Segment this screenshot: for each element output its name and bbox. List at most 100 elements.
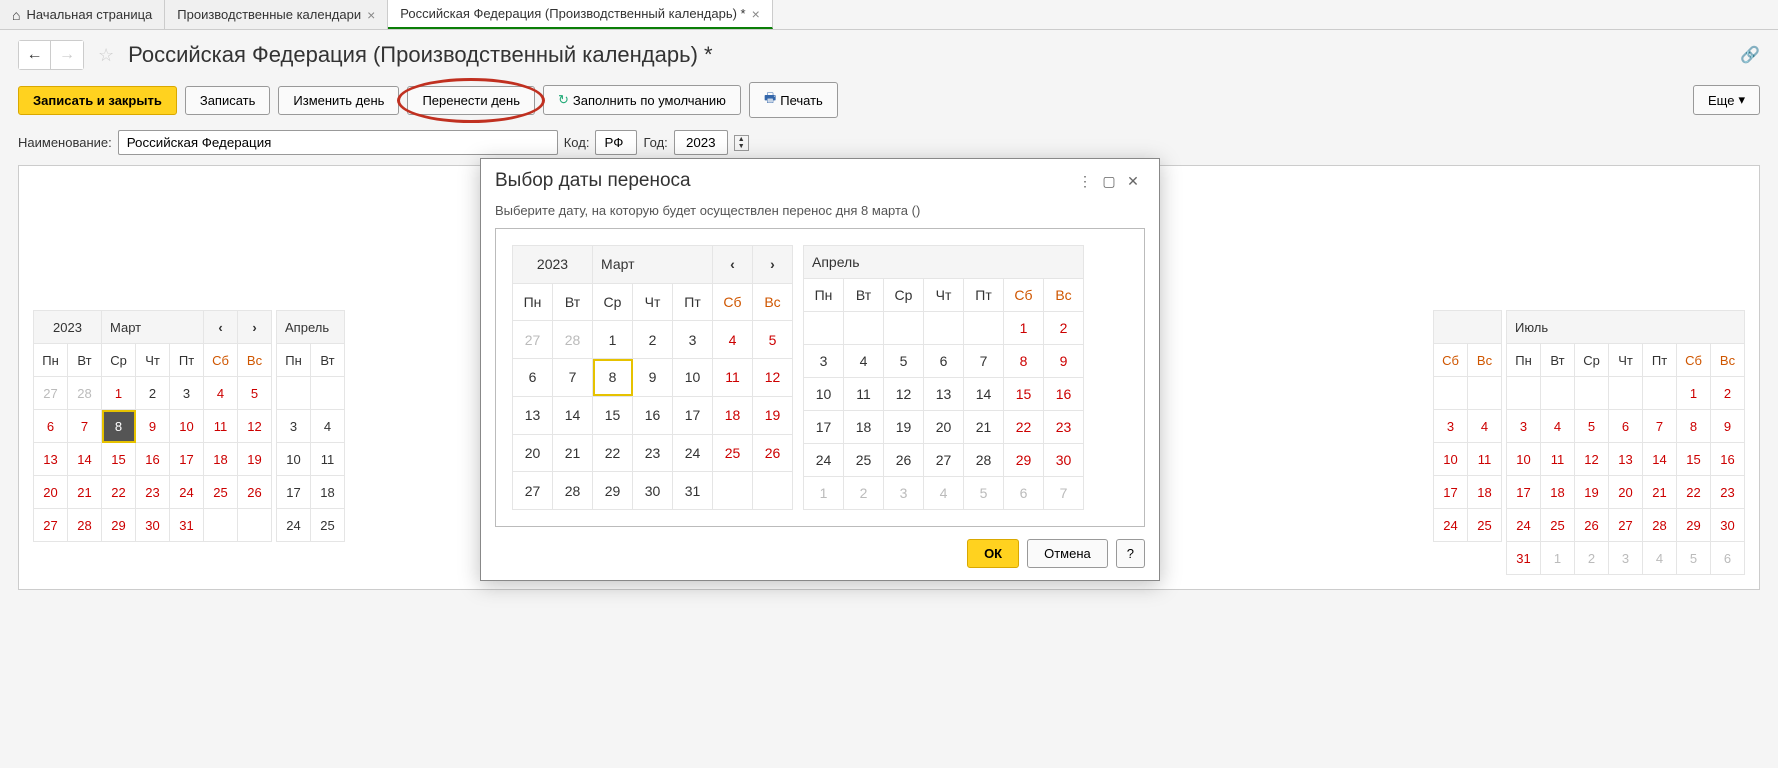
day-cell[interactable]: 22	[1677, 476, 1711, 509]
day-cell[interactable]: 12	[884, 378, 924, 411]
day-cell[interactable]: 14	[1643, 443, 1677, 476]
day-cell[interactable]: 4	[1541, 410, 1575, 443]
day-cell[interactable]: 25	[1468, 509, 1502, 542]
day-cell[interactable]: 28	[553, 321, 593, 359]
day-cell[interactable]: 17	[1434, 476, 1468, 509]
day-cell[interactable]: 5	[238, 377, 272, 410]
day-cell[interactable]: 13	[34, 443, 68, 476]
day-cell[interactable]: 13	[1609, 443, 1643, 476]
close-icon[interactable]: ×	[752, 6, 760, 22]
day-cell[interactable]: 19	[753, 396, 793, 434]
day-cell[interactable]: 1	[1541, 542, 1575, 575]
day-cell[interactable]: 25	[311, 509, 345, 542]
day-cell[interactable]: 15	[1677, 443, 1711, 476]
day-cell[interactable]: 12	[753, 359, 793, 397]
prev-month-button[interactable]: ‹	[713, 246, 753, 284]
tab-current[interactable]: Российская Федерация (Производственный к…	[388, 0, 773, 29]
day-cell[interactable]: 18	[204, 443, 238, 476]
day-cell[interactable]: 20	[1609, 476, 1643, 509]
day-cell[interactable]: 5	[753, 321, 793, 359]
save-button[interactable]: Записать	[185, 86, 271, 115]
day-cell[interactable]: 10	[673, 359, 713, 397]
day-cell[interactable]: 17	[277, 476, 311, 509]
save-close-button[interactable]: Записать и закрыть	[18, 86, 177, 115]
day-cell[interactable]: 17	[170, 443, 204, 476]
day-cell[interactable]: 14	[553, 396, 593, 434]
day-cell[interactable]: 27	[924, 444, 964, 477]
day-cell[interactable]: 15	[593, 396, 633, 434]
year-input[interactable]	[674, 130, 728, 155]
day-cell[interactable]: 9	[1711, 410, 1745, 443]
day-cell[interactable]: 3	[170, 377, 204, 410]
day-cell[interactable]: 11	[1541, 443, 1575, 476]
day-cell[interactable]: 5	[1575, 410, 1609, 443]
day-cell[interactable]: 14	[68, 443, 102, 476]
day-cell[interactable]: 18	[844, 411, 884, 444]
day-cell[interactable]: 12	[238, 410, 272, 443]
day-cell[interactable]: 20	[34, 476, 68, 509]
day-cell[interactable]: 8	[1677, 410, 1711, 443]
day-cell[interactable]: 11	[844, 378, 884, 411]
day-cell[interactable]: 28	[964, 444, 1004, 477]
day-cell[interactable]: 10	[170, 410, 204, 443]
day-cell[interactable]: 18	[713, 396, 753, 434]
day-cell[interactable]: 10	[277, 443, 311, 476]
day-cell[interactable]: 24	[673, 434, 713, 472]
day-cell[interactable]: 28	[68, 377, 102, 410]
day-cell[interactable]: 9	[136, 410, 170, 443]
day-cell[interactable]: 7	[1044, 477, 1084, 510]
day-cell[interactable]: 17	[1507, 476, 1541, 509]
day-cell[interactable]: 6	[513, 359, 553, 397]
day-cell[interactable]: 27	[34, 377, 68, 410]
move-day-button[interactable]: Перенести день	[407, 86, 535, 115]
day-cell[interactable]: 15	[102, 443, 136, 476]
day-cell[interactable]: 7	[1643, 410, 1677, 443]
day-cell[interactable]: 27	[1609, 509, 1643, 542]
day-cell[interactable]: 12	[1575, 443, 1609, 476]
day-cell[interactable]: 28	[553, 472, 593, 510]
day-cell[interactable]: 10	[1434, 443, 1468, 476]
day-cell[interactable]: 23	[136, 476, 170, 509]
day-cell[interactable]: 21	[553, 434, 593, 472]
day-cell[interactable]: 25	[1541, 509, 1575, 542]
day-cell[interactable]: 4	[844, 345, 884, 378]
more-button[interactable]: Еще ▾	[1693, 85, 1760, 115]
day-cell[interactable]: 21	[1643, 476, 1677, 509]
day-cell[interactable]: 28	[1643, 509, 1677, 542]
day-cell[interactable]: 18	[1468, 476, 1502, 509]
day-cell[interactable]: 6	[1711, 542, 1745, 575]
day-cell[interactable]: 17	[804, 411, 844, 444]
day-cell[interactable]: 16	[1044, 378, 1084, 411]
help-button[interactable]: ?	[1116, 539, 1145, 568]
day-cell[interactable]: 11	[1468, 443, 1502, 476]
day-cell[interactable]: 14	[964, 378, 1004, 411]
day-cell[interactable]: 24	[277, 509, 311, 542]
day-cell[interactable]: 30	[633, 472, 673, 510]
day-cell[interactable]: 29	[1677, 509, 1711, 542]
tab-home[interactable]: ⌂ Начальная страница	[0, 0, 165, 29]
day-cell[interactable]: 27	[513, 472, 553, 510]
day-cell[interactable]: 22	[593, 434, 633, 472]
day-cell[interactable]: 5	[1677, 542, 1711, 575]
close-icon[interactable]: ✕	[1121, 169, 1145, 193]
day-cell[interactable]: 16	[633, 396, 673, 434]
day-cell[interactable]: 21	[964, 411, 1004, 444]
day-cell[interactable]: 8	[1004, 345, 1044, 378]
tab-calendar-list[interactable]: Производственные календари ×	[165, 0, 388, 29]
day-cell[interactable]: 18	[1541, 476, 1575, 509]
day-cell[interactable]: 16	[1711, 443, 1745, 476]
day-cell[interactable]: 3	[1434, 410, 1468, 443]
day-cell[interactable]: 31	[673, 472, 713, 510]
month-header[interactable]: Июль	[1507, 311, 1745, 344]
menu-icon[interactable]: ⋮	[1073, 169, 1097, 193]
month-header[interactable]: Март	[593, 246, 713, 284]
day-cell[interactable]: 11	[204, 410, 238, 443]
day-cell[interactable]: 5	[964, 477, 1004, 510]
cancel-button[interactable]: Отмена	[1027, 539, 1108, 568]
day-cell[interactable]: 15	[1004, 378, 1044, 411]
day-cell[interactable]: 2	[633, 321, 673, 359]
day-cell[interactable]: 22	[102, 476, 136, 509]
change-day-button[interactable]: Изменить день	[278, 86, 399, 115]
next-month-button[interactable]: ›	[238, 311, 272, 344]
day-cell[interactable]: 24	[804, 444, 844, 477]
